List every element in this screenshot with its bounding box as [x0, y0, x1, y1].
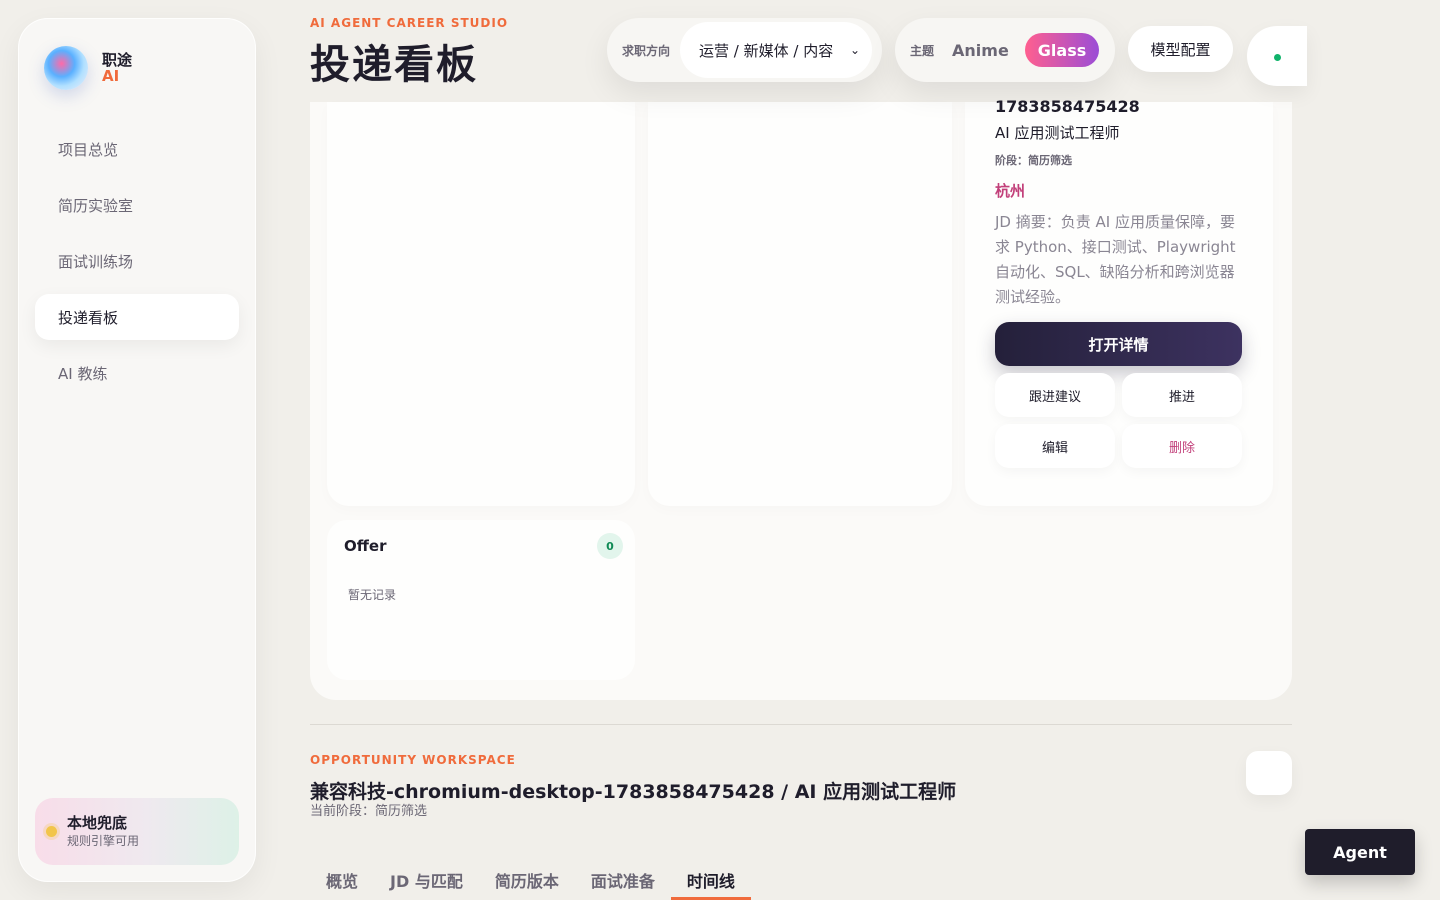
sidebar: 职途 AI 项目总览 简历实验室 面试训练场 投递看板 AI 教练 本地兜底 规… — [18, 18, 256, 882]
engine-status-dot-icon — [46, 826, 57, 837]
job-role: AI 应用测试工程师 — [995, 124, 1120, 142]
sidebar-nav: 项目总览 简历实验室 面试训练场 投递看板 AI 教练 — [35, 126, 239, 406]
brand-logo-icon — [44, 46, 88, 90]
job-jd-summary: JD 摘要：负责 AI 应用质量保障，要求 Python、接口测试、Playwr… — [995, 213, 1236, 306]
direction-group: 求职方向 运营 / 新媒体 / 内容 ⌄ — [607, 18, 882, 82]
connection-status[interactable] — [1247, 26, 1307, 86]
open-detail-button[interactable]: 打开详情 — [995, 322, 1242, 366]
job-city: 杭州 — [995, 182, 1026, 200]
page-title: 投递看板 — [310, 42, 478, 88]
sidebar-item-resume-lab[interactable]: 简历实验室 — [35, 182, 239, 228]
theme-option-anime[interactable]: Anime — [936, 41, 1025, 60]
tab-timeline[interactable]: 时间线 — [670, 860, 751, 900]
theme-label: 主题 — [910, 43, 935, 58]
workspace-stage: 当前阶段：简历筛选 — [310, 804, 428, 819]
tab-interview-prep[interactable]: 面试准备 — [575, 860, 671, 900]
direction-label: 求职方向 — [622, 43, 671, 58]
workspace-eyebrow: OPPORTUNITY WORKSPACE — [310, 753, 516, 767]
sidebar-item-interview-practice[interactable]: 面试训练场 — [35, 238, 239, 284]
brand-ai: AI — [102, 67, 120, 85]
sidebar-item-ai-coach[interactable]: AI 教练 — [35, 350, 239, 396]
offer-empty-text: 暂无记录 — [348, 588, 397, 602]
kanban-column — [327, 102, 635, 506]
edit-button[interactable]: 编辑 — [995, 424, 1115, 468]
tab-resume-versions[interactable]: 简历版本 — [479, 860, 575, 900]
theme-option-glass[interactable]: Glass — [1024, 33, 1100, 67]
sidebar-item-application-board[interactable]: 投递看板 — [35, 294, 239, 340]
model-config-button[interactable]: 模型配置 — [1128, 26, 1233, 72]
direction-value: 运营 / 新媒体 / 内容 — [699, 41, 834, 60]
engine-status-card: 本地兜底 规则引擎可用 — [35, 798, 239, 865]
kanban-column — [648, 102, 952, 506]
sidebar-item-overview[interactable]: 项目总览 — [35, 126, 239, 172]
tab-jd-match[interactable]: JD 与匹配 — [374, 860, 479, 900]
status-dot-icon — [1274, 54, 1281, 61]
job-id: 1783858475428 — [995, 97, 1140, 116]
delete-button[interactable]: 删除 — [1122, 424, 1242, 468]
theme-group: 主题 Anime Glass — [895, 18, 1115, 82]
offer-count-badge: 0 — [597, 533, 623, 559]
engine-status-title: 本地兜底 — [67, 814, 128, 832]
agent-button[interactable]: Agent — [1305, 829, 1415, 875]
brand-name: 职途 — [102, 51, 133, 69]
direction-select[interactable]: 运营 / 新媒体 / 内容 ⌄ — [680, 22, 873, 78]
advance-button[interactable]: 推进 — [1122, 373, 1242, 417]
engine-status-subtitle: 规则引擎可用 — [67, 834, 140, 848]
page-eyebrow: AI AGENT CAREER STUDIO — [310, 16, 509, 30]
job-stage: 阶段：简历筛选 — [995, 154, 1072, 167]
brand[interactable]: 职途 AI — [44, 46, 132, 90]
follow-up-button[interactable]: 跟进建议 — [995, 373, 1115, 417]
workspace-action-button[interactable] — [1246, 751, 1292, 795]
offer-column-title: Offer — [344, 537, 387, 555]
chevron-down-icon: ⌄ — [849, 43, 861, 57]
workspace-tabs: 概览 JD 与匹配 简历版本 面试准备 时间线 — [310, 860, 751, 900]
tab-overview[interactable]: 概览 — [310, 860, 374, 900]
divider — [310, 724, 1292, 725]
